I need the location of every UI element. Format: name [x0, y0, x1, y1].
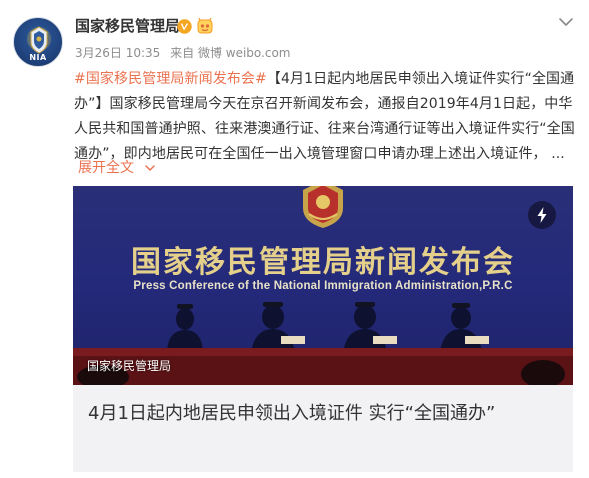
article-cover-image[interactable]: 国家移民管理局新闻发布会 Press Conference of the Nat…	[73, 186, 573, 385]
avatar[interactable]: NIA	[13, 17, 63, 67]
expand-full-text-button[interactable]: 展开全文	[78, 158, 156, 178]
avatar-label: NIA	[29, 53, 47, 62]
vip-member-icon[interactable]	[196, 18, 214, 35]
author-name[interactable]: 国家移民管理局	[75, 16, 180, 36]
article-card[interactable]: 国家移民管理局新闻发布会 Press Conference of the Nat…	[73, 186, 573, 472]
post-source: 来自 微博 weibo.com	[170, 46, 291, 60]
topic-link[interactable]: #国家移民管理局新闻发布会#	[74, 71, 267, 87]
banner-title-cn: 国家移民管理局新闻发布会	[131, 245, 515, 280]
media-badge[interactable]	[528, 201, 556, 229]
chevron-down-icon	[145, 165, 156, 171]
post-body: #国家移民管理局新闻发布会#【4月1日起内地居民申领出入境证件实行“全国通办”】…	[74, 67, 576, 167]
banner-title-en: Press Conference of the National Immigra…	[133, 280, 513, 292]
police-badge-icon	[303, 186, 343, 228]
more-options-chevron-icon[interactable]	[556, 14, 576, 30]
expand-label: 展开全文	[78, 160, 134, 176]
post-timestamp[interactable]: 3月26日 10:35	[75, 46, 160, 60]
post-meta: 3月26日 10:35 来自 微博 weibo.com	[75, 45, 297, 61]
image-watermark: 国家移民管理局	[87, 359, 172, 373]
article-title[interactable]: 4月1日起内地居民申领出入境证件 实行“全国通办”	[88, 399, 558, 428]
verified-v-icon	[177, 19, 192, 34]
lightning-icon	[537, 207, 547, 223]
